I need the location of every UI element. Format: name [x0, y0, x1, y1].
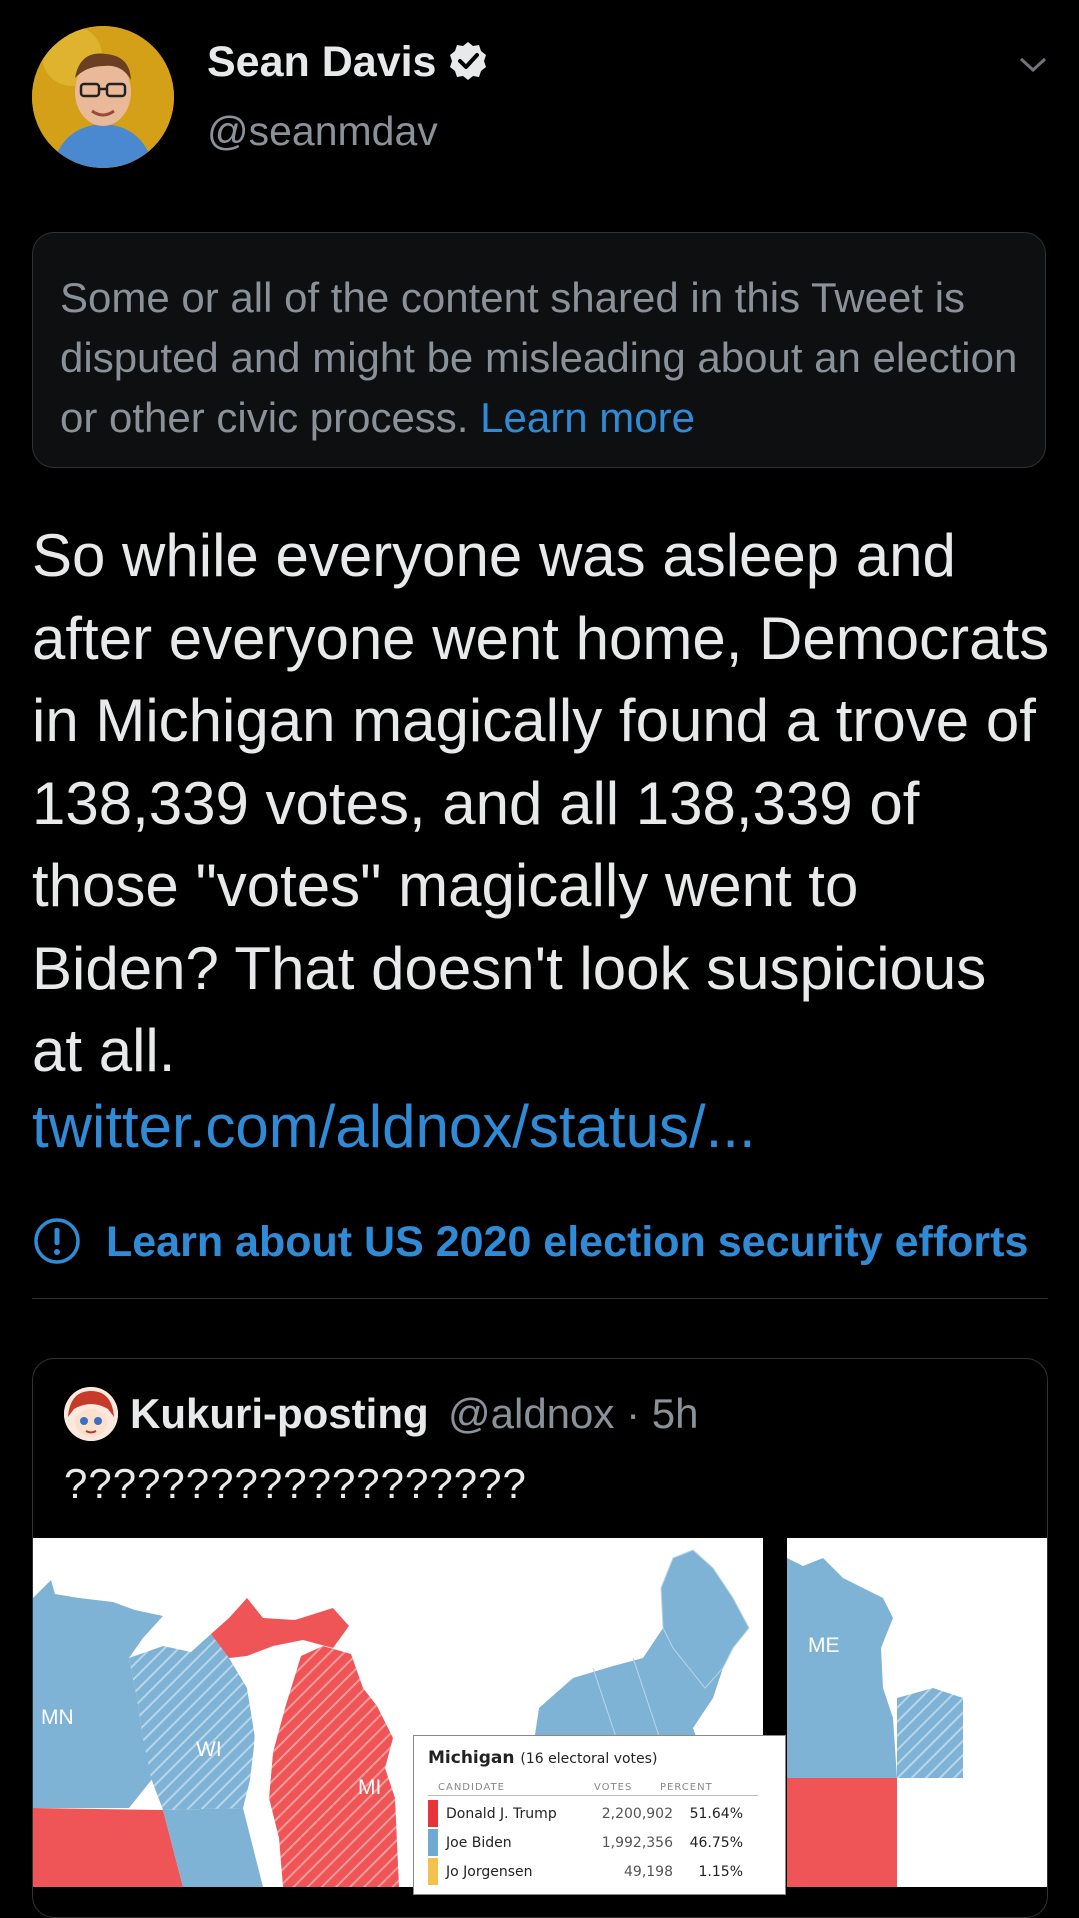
chevron-down-icon[interactable] [1018, 55, 1048, 75]
tweet-link[interactable]: twitter.com/aldnox/status/... [32, 1092, 756, 1161]
candidate-swatch [428, 1800, 438, 1827]
author-name[interactable]: Sean Davis [207, 38, 436, 87]
info-icon[interactable] [32, 1216, 82, 1266]
candidate-votes: 1,992,356 [601, 1835, 673, 1851]
candidate-percent: 51.64% [689, 1806, 743, 1822]
candidate-votes: 49,198 [624, 1864, 673, 1880]
table-row: Jo Jorgensen 49,198 1.15% [428, 1858, 768, 1885]
map-state-mi [269, 1646, 399, 1887]
quoted-tweet-text: ??????????????????? [64, 1460, 527, 1507]
quoted-author-name[interactable]: Kukuri-posting [130, 1390, 429, 1438]
map-label-mn-left: MN [41, 1706, 74, 1729]
col-votes: VOTES [594, 1782, 633, 1793]
table-row: Joe Biden 1,992,356 46.75% [428, 1829, 768, 1856]
map-state-ia-right [787, 1778, 897, 1887]
table-title: Michigan (16 electoral votes) [428, 1748, 657, 1768]
candidate-swatch [428, 1829, 438, 1856]
author-avatar[interactable] [32, 26, 174, 168]
tweet-text: So while everyone was asleep and after e… [32, 522, 1050, 1084]
map-label-wi: WI [196, 1738, 222, 1761]
map-label-mn-right: MN [953, 1672, 986, 1695]
quoted-author-avatar[interactable] [64, 1387, 118, 1441]
candidate-name: Joe Biden [446, 1835, 512, 1851]
table-row: Donald J. Trump 2,200,902 51.64% [428, 1800, 768, 1827]
author-handle[interactable]: @seanmdav [207, 108, 438, 155]
quoted-handle-time[interactable]: @aldnox · 5h [448, 1390, 698, 1438]
candidate-percent: 1.15% [698, 1864, 743, 1880]
learn-more-link[interactable]: Learn more [480, 394, 695, 441]
map-label-ia: IA [996, 1856, 1016, 1879]
candidate-name: Jo Jorgensen [446, 1864, 533, 1880]
michigan-results-table: Michigan (16 electoral votes) CANDIDATE … [413, 1735, 786, 1895]
verified-badge-icon [447, 40, 489, 82]
divider [32, 1298, 1048, 1299]
election-info-link[interactable]: Learn about US 2020 election security ef… [106, 1218, 1028, 1267]
disputed-notice-text: Some or all of the content shared in thi… [60, 268, 1020, 448]
candidate-votes: 2,200,902 [601, 1806, 673, 1822]
table-electoral-votes: (16 electoral votes) [520, 1751, 658, 1767]
map-state-ia [33, 1808, 183, 1887]
table-state: Michigan [428, 1748, 515, 1768]
col-candidate: CANDIDATE [438, 1782, 505, 1793]
col-percent: PERCENT [660, 1782, 713, 1793]
map-label-me: ME [808, 1634, 840, 1657]
candidate-name: Donald J. Trump [446, 1806, 557, 1822]
table-header-rule [428, 1795, 758, 1796]
candidate-swatch [428, 1858, 438, 1885]
candidate-percent: 46.75% [689, 1835, 743, 1851]
map-label-mi: MI [358, 1776, 382, 1799]
